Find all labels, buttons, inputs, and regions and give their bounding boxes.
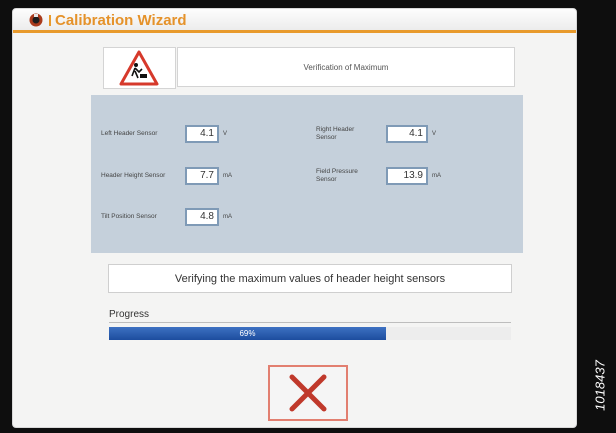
progress-label: Progress <box>109 309 150 320</box>
sensor-unit: mA <box>432 173 441 179</box>
status-message: Verifying the maximum values of header h… <box>108 264 512 293</box>
sensor-panel: Left Header Sensor 4.1 V Header Height S… <box>91 95 523 253</box>
sensor-label: Left Header Sensor <box>101 130 158 137</box>
sensor-value: 4.8 <box>185 208 219 226</box>
sensor-field-pressure: Field Pressure Sensor 13.9 mA <box>316 167 441 185</box>
machine-icon <box>28 13 44 27</box>
title-bar: Calibration Wizard <box>13 9 576 33</box>
warning-panel <box>103 47 176 89</box>
step-title: Verification of Maximum <box>177 47 515 87</box>
sensor-right-header: Right Header Sensor 4.1 V <box>316 125 436 143</box>
sensor-unit: V <box>432 131 437 137</box>
sensor-value: 7.7 <box>185 167 219 185</box>
figure-code: 1018437 <box>588 344 612 424</box>
calibration-screen: Calibration Wizard Verification of Maxim… <box>12 8 577 428</box>
sensor-value: 13.9 <box>386 167 428 185</box>
window-title: Calibration Wizard <box>55 12 187 29</box>
sensor-left-header: Left Header Sensor 4.1 V <box>101 125 227 143</box>
figure-code-text: 1018437 <box>592 360 608 411</box>
sensor-label: Field Pressure Sensor <box>316 168 358 183</box>
progress-percent: 69% <box>239 329 256 338</box>
sensor-header-height: Header Height Sensor 7.7 mA <box>101 167 232 185</box>
title-separator <box>49 15 51 26</box>
warning-triangle-icon <box>119 50 159 86</box>
sensor-label: Header Height Sensor <box>101 172 166 179</box>
sensor-unit: mA <box>223 173 232 179</box>
sensor-unit: mA <box>223 214 232 220</box>
sensor-label: Tilt Position Sensor <box>101 213 157 220</box>
sensor-tilt-position: Tilt Position Sensor 4.8 mA <box>101 208 232 226</box>
cancel-button[interactable] <box>268 365 348 421</box>
progress-bar: 69% <box>109 327 511 340</box>
close-x-icon <box>289 374 327 412</box>
progress-divider <box>109 322 511 323</box>
sensor-value: 4.1 <box>185 125 219 143</box>
sensor-label: Right Header Sensor <box>316 126 355 141</box>
sensor-unit: V <box>223 131 228 137</box>
sensor-value: 4.1 <box>386 125 428 143</box>
